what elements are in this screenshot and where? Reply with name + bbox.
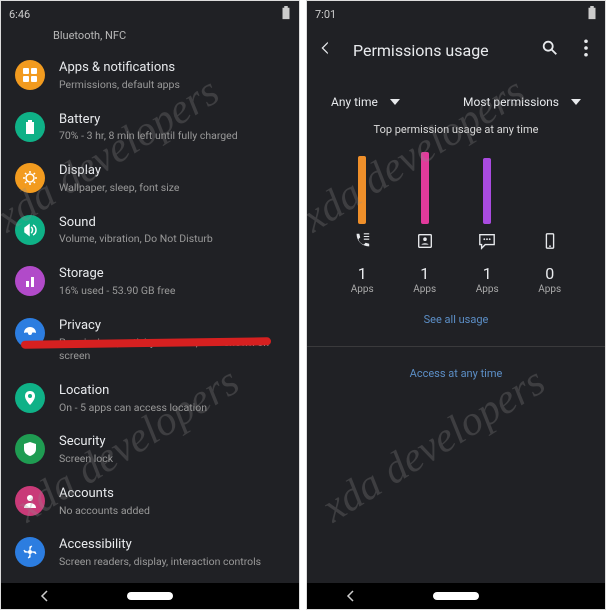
chevron-down-icon xyxy=(390,97,400,107)
row-title: Sound xyxy=(59,215,285,232)
nav-bar xyxy=(307,583,605,609)
setting-row-battery[interactable]: Battery70% - 3 hr, 8 min left until full… xyxy=(1,102,299,154)
perm-label: Apps xyxy=(476,284,499,295)
sort-filter-label: Most permissions xyxy=(463,95,559,109)
battery-icon xyxy=(587,6,597,23)
row-text: LocationOn - 5 apps can access location xyxy=(59,383,285,415)
row-title: Accounts xyxy=(59,486,285,503)
contacts-icon xyxy=(416,232,434,250)
row-title: Display xyxy=(59,163,285,180)
row-icon xyxy=(15,537,45,567)
clock: 7:01 xyxy=(315,8,336,21)
setting-row-accounts[interactable]: AccountsNo accounts added xyxy=(1,476,299,528)
setting-row-accessibility[interactable]: AccessibilityScreen readers, display, in… xyxy=(1,527,299,579)
setting-row-location[interactable]: LocationOn - 5 apps can access location xyxy=(1,373,299,425)
setting-row-apps-notifications[interactable]: Apps & notificationsPermissions, default… xyxy=(1,50,299,102)
row-sub: 70% - 3 hr, 8 min left until fully charg… xyxy=(59,129,285,143)
row-icon xyxy=(15,112,45,142)
row-title: Security xyxy=(59,434,285,451)
sort-filter[interactable]: Most permissions xyxy=(463,95,581,109)
settings-screen: 6:46 Bluetooth, NFC Apps & notifications… xyxy=(0,0,300,610)
row-title: Apps & notifications xyxy=(59,60,285,77)
battery-icon xyxy=(281,6,291,23)
row-icon xyxy=(15,383,45,413)
more-icon[interactable] xyxy=(577,39,595,61)
page-title: Permissions usage xyxy=(353,41,523,60)
row-text: DisplayWallpaper, sleep, font size xyxy=(59,163,285,195)
time-filter[interactable]: Any time xyxy=(331,95,400,109)
row-sub: Volume, vibration, Do Not Disturb xyxy=(59,232,285,246)
perm-count: 1 xyxy=(420,264,429,283)
setting-row-storage[interactable]: Storage16% used - 53.90 GB free xyxy=(1,256,299,308)
row-title: Accessibility xyxy=(59,537,285,554)
perm-label: Apps xyxy=(538,284,561,295)
access-link[interactable]: Access at any time xyxy=(307,353,605,394)
row-text: AccountsNo accounts added xyxy=(59,486,285,518)
phone-icon xyxy=(353,232,371,250)
perm-device[interactable]: 0 Apps xyxy=(525,232,575,295)
perm-contacts[interactable]: 1 Apps xyxy=(400,232,450,295)
status-bar: 6:46 xyxy=(1,1,299,27)
row-sub: On - 5 apps can access location xyxy=(59,401,285,415)
home-pill[interactable] xyxy=(127,592,173,600)
row-sub: Permissions, default apps xyxy=(59,78,285,92)
perm-icons: 1 Apps 1 Apps 1 Apps 0 Apps xyxy=(307,224,605,299)
perm-count: 1 xyxy=(358,264,367,283)
home-pill[interactable] xyxy=(433,592,479,600)
bar-contacts xyxy=(421,152,429,224)
row-icon xyxy=(15,266,45,296)
see-all-link[interactable]: See all usage xyxy=(307,299,605,340)
perm-count: 0 xyxy=(545,264,554,283)
search-icon[interactable] xyxy=(541,39,559,61)
time-filter-label: Any time xyxy=(331,95,378,109)
row-text: AccessibilityScreen readers, display, in… xyxy=(59,537,285,569)
perm-sms[interactable]: 1 Apps xyxy=(462,232,512,295)
permissions-screen: 7:01 Permissions usage Any time Most per… xyxy=(306,0,606,610)
bar-sms xyxy=(483,158,491,224)
row-sub: 16% used - 53.90 GB free xyxy=(59,284,285,298)
status-bar: 7:01 xyxy=(307,1,605,27)
row-icon xyxy=(15,434,45,464)
nav-bar xyxy=(1,583,299,609)
perm-call[interactable]: 1 Apps xyxy=(337,232,387,295)
row-text: Battery70% - 3 hr, 8 min left until full… xyxy=(59,112,285,144)
row-icon xyxy=(15,215,45,245)
row-icon xyxy=(15,163,45,193)
perm-label: Apps xyxy=(413,284,436,295)
row-sub: Screen lock xyxy=(59,452,285,466)
row-text: Storage16% used - 53.90 GB free xyxy=(59,266,285,298)
bar-call xyxy=(358,156,366,224)
perm-label: Apps xyxy=(351,284,374,295)
back-nav-icon[interactable] xyxy=(39,587,51,606)
row-sub: Wallpaper, sleep, font size xyxy=(59,181,285,195)
perm-count: 1 xyxy=(483,264,492,283)
setting-row-sound[interactable]: SoundVolume, vibration, Do Not Disturb xyxy=(1,205,299,257)
row-sub: No accounts added xyxy=(59,504,285,518)
row-icon xyxy=(15,60,45,90)
divider xyxy=(307,346,605,347)
clock: 6:46 xyxy=(9,8,30,21)
row-title: Location xyxy=(59,383,285,400)
chart-title: Top permission usage at any time xyxy=(307,119,605,146)
row-text: SecurityScreen lock xyxy=(59,434,285,466)
bar-chart xyxy=(307,146,605,224)
row-sub: Screen readers, display, interaction con… xyxy=(59,555,285,569)
sms-icon xyxy=(478,232,496,250)
row-text: Apps & notificationsPermissions, default… xyxy=(59,60,285,92)
network-sub: Bluetooth, NFC xyxy=(1,27,299,50)
setting-row-display[interactable]: DisplayWallpaper, sleep, font size xyxy=(1,153,299,205)
header: Permissions usage xyxy=(307,27,605,73)
chevron-down-icon xyxy=(571,97,581,107)
back-icon[interactable] xyxy=(317,39,335,61)
setting-row-security[interactable]: SecurityScreen lock xyxy=(1,424,299,476)
back-nav-icon[interactable] xyxy=(345,587,357,606)
row-text: SoundVolume, vibration, Do Not Disturb xyxy=(59,215,285,247)
row-title: Battery xyxy=(59,112,285,129)
row-icon xyxy=(15,486,45,516)
row-title: Privacy xyxy=(59,318,285,335)
row-title: Storage xyxy=(59,266,285,283)
device-icon xyxy=(541,232,559,250)
filter-row: Any time Most permissions xyxy=(307,73,605,119)
